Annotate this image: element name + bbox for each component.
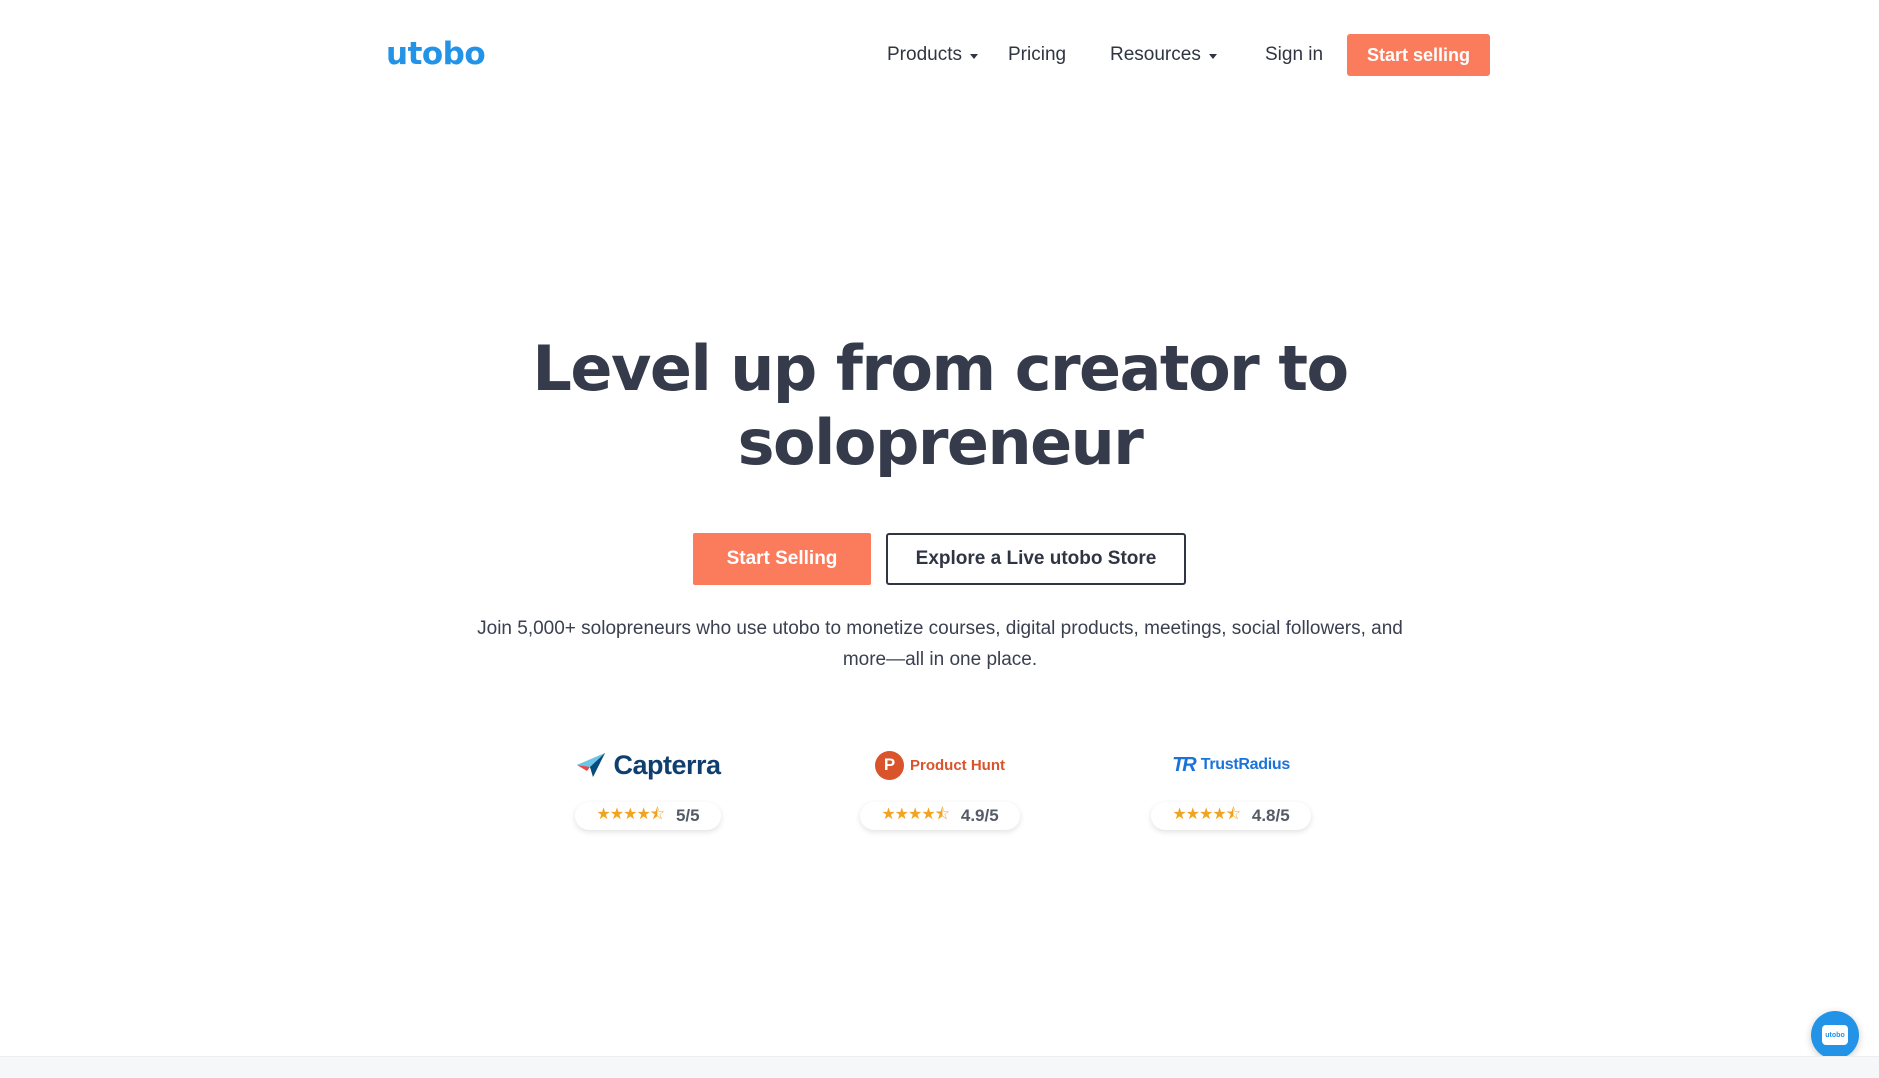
product-hunt-wordmark: Product Hunt: [910, 756, 1005, 774]
trustradius-score: 4.8/5: [1251, 806, 1290, 825]
product-hunt-logo[interactable]: P Product Hunt: [840, 748, 1040, 782]
capterra-score: 5/5: [675, 806, 700, 825]
star-rating-icon: ★★★★⯪: [881, 805, 950, 823]
trustradius-rating-pill[interactable]: ★★★★⯪ 4.8/5: [1151, 802, 1311, 830]
explore-live-store-button[interactable]: Explore a Live utobo Store: [886, 533, 1186, 585]
hero-title-line-2: solopreneur: [737, 406, 1144, 479]
hero-subtitle-line-2: more—all in one place.: [842, 649, 1038, 670]
chevron-down-icon: [1208, 53, 1217, 59]
landing-page: utobo Products Pricing Resources Sign in…: [0, 0, 1879, 1078]
nav-resources[interactable]: Resources: [1110, 44, 1217, 66]
utobo-logo[interactable]: utobo: [386, 36, 486, 72]
start-selling-header-button[interactable]: Start selling: [1347, 34, 1490, 76]
review-trustradius: TR TrustRadius ★★★★⯪ 4.8/5: [1131, 748, 1331, 848]
nav-pricing-label: Pricing: [1008, 44, 1067, 65]
capterra-wordmark: Capterra: [613, 749, 721, 780]
nav-pricing[interactable]: Pricing: [1008, 44, 1066, 66]
review-capterra: Capterra ★★★★⯪ 5/5: [548, 748, 748, 848]
star-rating-icon: ★★★★⯪: [1172, 805, 1241, 823]
trustradius-logo[interactable]: TR TrustRadius: [1131, 748, 1331, 782]
product-hunt-score: 4.9/5: [960, 806, 999, 825]
next-section-edge: [0, 1056, 1879, 1078]
trustradius-logo-icon: TR: [1172, 753, 1197, 776]
review-product-hunt: P Product Hunt ★★★★⯪ 4.9/5: [840, 748, 1040, 848]
chevron-down-icon: [969, 53, 978, 59]
nav-sign-in-label: Sign in: [1265, 44, 1324, 65]
hero-title: Level up from creator to solopreneur: [440, 332, 1440, 480]
trustradius-wordmark: TrustRadius: [1200, 756, 1290, 773]
capterra-rating-pill[interactable]: ★★★★⯪ 5/5: [575, 802, 721, 830]
capterra-logo[interactable]: Capterra: [548, 748, 748, 782]
capterra-logo-icon: [577, 753, 606, 777]
start-selling-button[interactable]: Start Selling: [693, 533, 871, 585]
product-hunt-logo-icon: P: [875, 750, 904, 780]
star-rating-icon: ★★★★⯪: [596, 805, 665, 823]
hero-subtitle: Join 5,000+ solopreneurs who use utobo t…: [440, 613, 1440, 675]
product-hunt-rating-pill[interactable]: ★★★★⯪ 4.9/5: [860, 802, 1020, 830]
chat-bubble-icon: utobo: [1822, 1025, 1848, 1045]
nav-sign-in[interactable]: Sign in: [1265, 44, 1323, 66]
chat-widget-button[interactable]: utobo: [1811, 1011, 1859, 1059]
hero-title-line-1: Level up from creator to: [532, 332, 1349, 405]
nav-products-label: Products: [887, 44, 962, 65]
nav-products[interactable]: Products: [887, 44, 978, 66]
nav-resources-label: Resources: [1110, 44, 1201, 65]
hero-subtitle-line-1: Join 5,000+ solopreneurs who use utobo t…: [477, 618, 1403, 639]
